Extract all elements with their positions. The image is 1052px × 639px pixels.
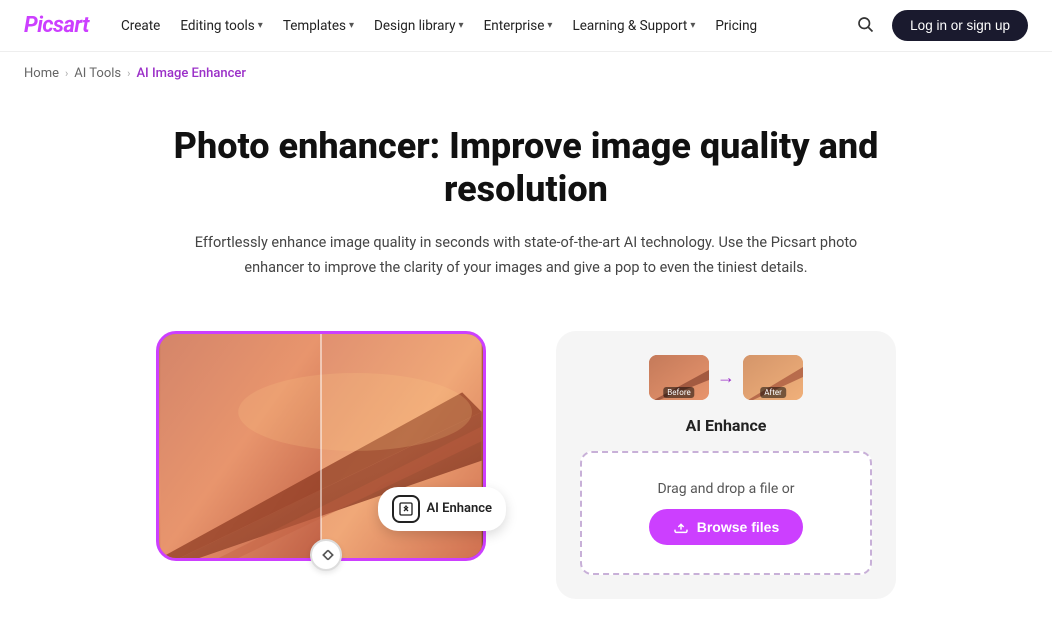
arrow-icon: → [717,367,735,388]
upload-icon [673,519,689,535]
before-after-preview: Before → After [649,355,803,400]
before-after-toggle[interactable] [310,539,342,571]
nav-links: Create Editing tools ▾ Templates ▾ Desig… [113,12,765,40]
navbar: Picsart Create Editing tools ▾ Templates… [0,0,1052,52]
before-thumbnail: Before [649,355,709,400]
breadcrumb-current: AI Image Enhancer [136,66,246,81]
nav-enterprise[interactable]: Enterprise ▾ [476,12,561,40]
chevron-down-icon: ▾ [258,20,263,31]
nav-editing-tools[interactable]: Editing tools ▾ [172,12,271,40]
search-button[interactable] [850,9,880,43]
drop-zone[interactable]: Drag and drop a file or Browse files [580,451,872,575]
nav-create[interactable]: Create [113,12,168,40]
browse-label: Browse files [697,519,779,535]
browse-files-button[interactable]: Browse files [649,509,803,545]
after-thumbnail: After [743,355,803,400]
upload-panel: Before → After AI Enhance Drag and [556,331,896,599]
main-content: AI Enhance [0,321,1052,639]
chevron-down-icon: ▾ [690,20,695,31]
badge-label: AI Enhance [426,501,492,516]
chevron-down-icon: ▾ [547,20,552,31]
before-after-divider [320,334,322,558]
panel-title: AI Enhance [686,416,767,435]
nav-design-library[interactable]: Design library ▾ [366,12,472,40]
breadcrumb-sep-2: › [127,67,130,80]
hero-section: Photo enhancer: Improve image quality an… [126,95,926,321]
nav-pricing[interactable]: Pricing [707,12,765,40]
search-icon [856,15,874,33]
breadcrumb-home[interactable]: Home [24,66,59,81]
drop-text: Drag and drop a file or [657,481,794,497]
before-label: Before [663,387,694,398]
nav-templates[interactable]: Templates ▾ [275,12,362,40]
image-enhance-icon [398,501,414,517]
breadcrumb-ai-tools[interactable]: AI Tools [74,66,121,81]
login-button[interactable]: Log in or sign up [892,10,1028,41]
breadcrumb: Home › AI Tools › AI Image Enhancer [0,52,1052,95]
chevron-down-icon: ▾ [459,20,464,31]
arrows-icon [318,547,334,563]
chevron-down-icon: ▾ [349,20,354,31]
preview-panel: AI Enhance [156,331,496,561]
hero-description: Effortlessly enhance image quality in se… [166,231,886,280]
after-label: After [760,387,786,398]
nav-learning[interactable]: Learning & Support ▾ [564,12,703,40]
ai-enhance-badge: AI Enhance [378,487,506,531]
hero-title: Photo enhancer: Improve image quality an… [150,125,902,211]
logo[interactable]: Picsart [24,13,89,38]
breadcrumb-sep-1: › [65,67,68,80]
badge-icon [392,495,420,523]
